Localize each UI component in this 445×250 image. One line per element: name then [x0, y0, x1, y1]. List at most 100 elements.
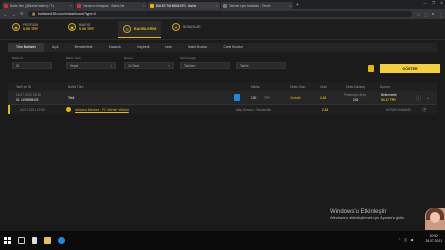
- date-range-label: Tarih Aralığı: [180, 56, 196, 60]
- bet-status: Beklemede: [381, 93, 397, 97]
- search-icon[interactable]: [18, 237, 25, 244]
- balance-value: 0.00 TRY: [79, 27, 95, 31]
- date-from-placeholder: Tarihten: [184, 63, 196, 68]
- taskbar: ⌃ ◫ ◀ 20:52 26.07.2021: [0, 231, 445, 250]
- maximize-icon[interactable]: ❐: [432, 1, 435, 5]
- history-icon: ☰: [123, 25, 131, 33]
- odds-type: Ondalık: [290, 96, 301, 100]
- tab-title: Tahmin spor bahisleri - Tercih: [229, 3, 271, 8]
- close-tab-icon[interactable]: ×: [214, 4, 218, 8]
- favicon-icon: [4, 3, 8, 8]
- task-view-icon[interactable]: [32, 237, 37, 244]
- volume-icon[interactable]: ◀: [410, 238, 413, 242]
- table-header: Tarih ve ID Bahis Türü Miktar Olası Oran…: [8, 82, 437, 91]
- profile-icon[interactable]: ●: [432, 12, 434, 17]
- copy-icon[interactable]: [234, 94, 240, 101]
- browser-tab-active[interactable]: BAHİS TAHMİNLERİ - Bahis ×: [148, 2, 220, 9]
- webcam-overlay: [425, 208, 445, 230]
- date-from-input[interactable]: Tarihten: [180, 62, 230, 69]
- activation-title: Windows'u Etkinleştir: [330, 209, 387, 215]
- chevron-up-icon[interactable]: ⌃: [398, 238, 401, 242]
- tab-open[interactable]: Açık: [44, 43, 67, 52]
- close-tab-icon[interactable]: ×: [68, 4, 72, 8]
- close-window-icon[interactable]: ✕: [440, 1, 443, 5]
- bonus-button[interactable]: ✦ BONUSLAR: [172, 23, 201, 31]
- tab-live-cashout[interactable]: Canlı Bozdur: [215, 43, 251, 52]
- new-tab-button[interactable]: +: [296, 2, 299, 9]
- balance-button[interactable]: ▣ BAKİYE 0.00 TRY: [68, 23, 94, 31]
- minimize-icon[interactable]: —: [423, 1, 427, 5]
- tab-cashout[interactable]: Nakit Bozdur: [180, 43, 215, 52]
- selection-row[interactable]: 26.07.2021 19:30 Adnoma Mestore - FC Wie…: [8, 105, 437, 114]
- close-tab-icon[interactable]: ×: [287, 4, 291, 8]
- bet-id-placeholder: ID: [16, 63, 20, 68]
- bet-id-input[interactable]: ID: [12, 62, 52, 69]
- col-possible-win: Olası Kazanç: [346, 84, 365, 89]
- clock[interactable]: 20:52 26.07.2021: [425, 234, 442, 244]
- file-explorer-icon[interactable]: [44, 237, 51, 244]
- tab-all-bets[interactable]: Tüm Bahisler: [8, 43, 44, 52]
- address-bar-row: ← → ↻ 🔒 bahisbet155.com/tr/dashboard?typ…: [0, 9, 445, 19]
- bet-date: 26.07.2021 18:30: [16, 93, 41, 97]
- chevron-down-icon[interactable]: ⌄: [426, 95, 430, 101]
- browser-tab[interactable]: Bahis Ner (@BahisYatirim) / Tv ×: [2, 2, 74, 9]
- chrome-icon[interactable]: [58, 237, 65, 244]
- tab-title: Bahis Ner (@BahisYatirim) / Tv: [10, 3, 55, 8]
- bet-history-button[interactable]: ☰ BAHİSLERİM: [118, 21, 162, 38]
- bonus-label: BONUSLAR: [183, 25, 201, 29]
- date-to-input[interactable]: Tarihe: [236, 62, 286, 69]
- star-icon[interactable]: ☆: [417, 12, 420, 17]
- extensions-icon[interactable]: ⬚: [424, 12, 428, 17]
- calendar-icon[interactable]: [368, 65, 374, 72]
- menu-icon[interactable]: ⋮: [438, 12, 442, 17]
- selection-odds: 2.43: [322, 108, 329, 112]
- forward-icon[interactable]: →: [12, 12, 17, 17]
- browser-tab-strip: Bahis Ner (@BahisYatirim) / Tv × Yardımcı…: [0, 0, 445, 9]
- period-label: Dönem: [124, 56, 134, 60]
- chevron-down-icon: ▾: [110, 63, 112, 68]
- network-icon[interactable]: ◫: [404, 238, 407, 242]
- chevron-down-icon: ▾: [168, 63, 170, 68]
- col-amount: Miktar: [251, 84, 260, 89]
- tab-title: Yardımcı hesaplar - Bahis Ne: [83, 3, 125, 8]
- bet-id: ID: 1195898425: [16, 98, 39, 102]
- windows-start-icon[interactable]: [4, 237, 11, 244]
- tab-lost[interactable]: Kaybetti: [129, 43, 157, 52]
- user-icon: ◉: [12, 23, 20, 31]
- tab-won[interactable]: Kazandı: [101, 43, 129, 52]
- browser-tab[interactable]: Tahmin spor bahisleri - Tercih ×: [221, 2, 293, 9]
- tab-draw[interactable]: Beraberlikte: [67, 43, 101, 52]
- show-button[interactable]: GÖSTER: [380, 64, 440, 73]
- back-icon[interactable]: ←: [3, 12, 8, 17]
- bet-type: Tekli: [68, 96, 75, 100]
- tab-refund[interactable]: İade: [157, 43, 180, 52]
- activation-subtitle: Windows'u etkinleştirmek için Ayarlar'a …: [330, 216, 406, 220]
- bet-history-table: Tarih ve ID Bahis Türü Miktar Olası Oran…: [8, 82, 437, 114]
- period-value: 24 Saat: [128, 63, 139, 68]
- period-select[interactable]: 24 Saat ▾: [124, 62, 174, 69]
- profile-value: 0.00 TRY: [23, 27, 39, 31]
- bet-filter-tabs: Tüm Bahisler Açık Beraberlikte Kazandı K…: [8, 43, 437, 52]
- selection-market: Maç Sonucu · Beraberlik: [236, 108, 271, 112]
- bet-amount: 100: [251, 96, 257, 100]
- date-to-placeholder: Tarihe: [240, 63, 249, 68]
- table-row[interactable]: 26.07.2021 18:30 ID: 1195898425 Tekli 10…: [8, 91, 437, 105]
- bet-type-select[interactable]: Hepsi ▾: [66, 62, 116, 69]
- bet-id-label: Bahis ID: [12, 56, 24, 60]
- profile-button[interactable]: ◉ PROFİLİM 0.00 TRY: [12, 23, 38, 31]
- browser-tab[interactable]: Yardımcı hesaplar - Bahis Ne ×: [75, 2, 147, 9]
- bet-status-value: 94.17 TRY: [381, 98, 397, 102]
- bet-type-label: Bahis Türü: [66, 56, 81, 60]
- bet-odds: 2.43: [320, 96, 327, 100]
- address-bar[interactable]: 🔒 bahisbet155.com/tr/dashboard?type=0: [27, 11, 412, 17]
- close-tab-icon[interactable]: ×: [141, 4, 145, 8]
- reload-icon[interactable]: ↻: [20, 11, 24, 17]
- possible-win: 243: [353, 98, 359, 102]
- info-icon[interactable]: ⓘ: [416, 95, 421, 102]
- lock-icon: 🔒: [31, 12, 37, 16]
- site-header: ◉ PROFİLİM 0.00 TRY ▣ BAKİYE 0.00 TRY ☰ BA…: [0, 19, 445, 40]
- clock-date: 26.07.2021: [425, 239, 442, 243]
- col-date-id: Tarih ve ID: [16, 84, 32, 89]
- selection-match[interactable]: Adnoma Mestore - FC Wiener Viktoria: [75, 108, 129, 112]
- col-status: Durum: [380, 84, 390, 89]
